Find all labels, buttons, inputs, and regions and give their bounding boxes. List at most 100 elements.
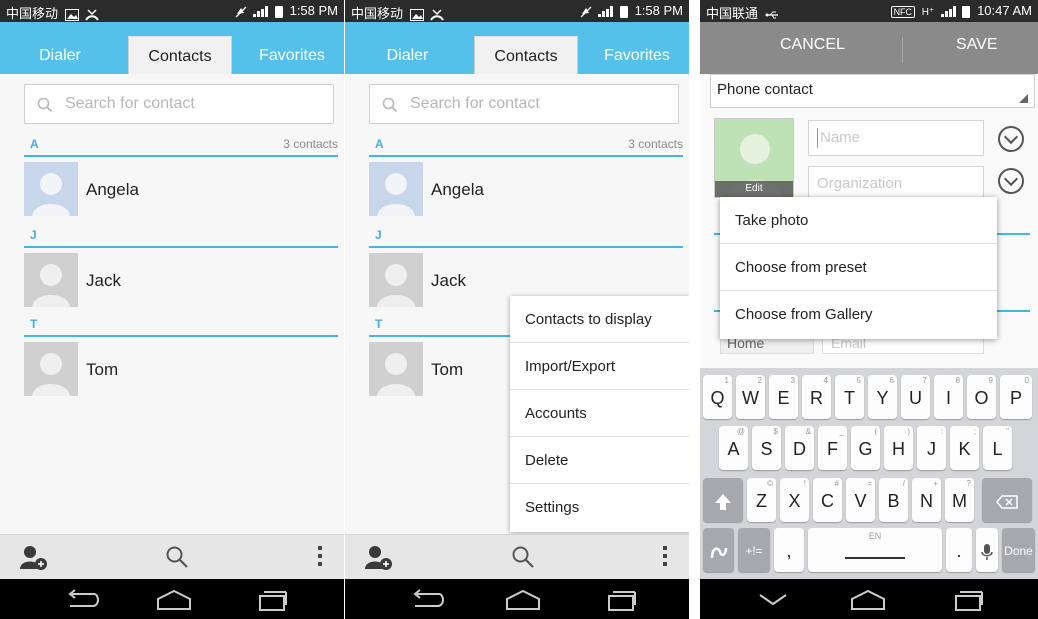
battery-icon <box>274 5 283 18</box>
key-j[interactable]: :J <box>917 426 946 470</box>
tab-favorites[interactable]: Favorites <box>585 36 689 74</box>
contact-count: 3 contacts <box>628 137 683 151</box>
key-e[interactable]: 3E <box>769 375 798 419</box>
hide-keyboard-icon[interactable] <box>758 593 788 607</box>
tab-contacts[interactable]: Contacts <box>128 36 232 74</box>
save-button[interactable]: SAVE <box>956 36 998 54</box>
key-label: E <box>777 388 790 408</box>
key-m[interactable]: ? M <box>945 478 974 522</box>
key-q[interactable]: 1Q <box>703 375 732 419</box>
expand-name-icon[interactable] <box>998 126 1024 152</box>
choose-from-gallery-option[interactable]: Choose from Gallery <box>720 291 997 338</box>
contact-row-tom[interactable]: Tom <box>24 342 338 398</box>
contact-row-jack[interactable]: Jack <box>24 253 338 309</box>
recent-apps-icon[interactable] <box>607 589 637 611</box>
comma-key[interactable]: , <box>774 528 804 572</box>
key-x[interactable]: ! X <box>780 478 809 522</box>
key-h[interactable]: ) H <box>884 426 913 470</box>
contact-photo[interactable]: Edit <box>714 118 794 198</box>
voice-input-key[interactable] <box>976 528 998 572</box>
name-field[interactable]: Name <box>808 120 984 156</box>
tab-contacts[interactable]: Contacts <box>474 36 578 74</box>
home-icon[interactable] <box>850 589 886 611</box>
key-label: W <box>742 388 759 408</box>
key-n[interactable]: + N <box>912 478 941 522</box>
mute-icon <box>235 6 247 18</box>
backspace-key[interactable] <box>982 478 1032 522</box>
key-b[interactable]: / B <box>879 478 908 522</box>
key-hint: / <box>902 479 905 488</box>
key-i[interactable]: 8I <box>934 375 963 419</box>
key-k[interactable]: ; K <box>950 426 979 470</box>
recent-apps-icon[interactable] <box>258 589 288 611</box>
person-icon <box>32 353 70 396</box>
symbols-key[interactable]: +!= <box>738 528 770 572</box>
choose-from-preset-option[interactable]: Choose from preset <box>720 244 997 291</box>
avatar <box>369 253 423 307</box>
menu-item-accounts[interactable]: Accounts <box>510 390 689 437</box>
key-hint: = <box>867 479 872 488</box>
key-d[interactable]: & D <box>785 426 814 470</box>
section-header-a: A 3 contacts <box>369 135 683 157</box>
key-p[interactable]: 0P <box>1000 375 1032 419</box>
key-v[interactable]: = V <box>846 478 875 522</box>
key-label: P <box>1009 388 1022 408</box>
overflow-menu-icon[interactable] <box>317 545 323 567</box>
key-g[interactable]: (G <box>851 426 880 470</box>
missed-call-icon <box>85 9 100 21</box>
account-type-select[interactable]: Phone contact <box>710 74 1035 108</box>
overflow-menu-icon[interactable] <box>662 545 668 567</box>
search-icon[interactable] <box>511 545 535 569</box>
swype-key[interactable] <box>703 528 734 572</box>
expand-organization-icon[interactable] <box>998 168 1024 194</box>
key-hint: 4 <box>823 376 828 385</box>
menu-item-import-export[interactable]: Import/Export <box>510 343 689 390</box>
key-w[interactable]: 2W <box>736 375 765 419</box>
home-icon[interactable] <box>505 589 541 611</box>
take-photo-option[interactable]: Take photo <box>720 197 997 244</box>
key-f[interactable]: _ F <box>818 426 847 470</box>
add-contact-icon[interactable] <box>365 545 393 571</box>
key-y[interactable]: 6Y <box>868 375 897 419</box>
key-label: J <box>927 439 936 459</box>
key-label: F <box>827 439 838 459</box>
search-icon[interactable] <box>165 545 189 569</box>
key-hint: + <box>933 479 938 488</box>
key-c[interactable]: # C <box>813 478 842 522</box>
tab-dialer[interactable]: Dialer <box>0 36 120 74</box>
contact-row-angela[interactable]: Angela <box>369 162 683 218</box>
key-hint: ! <box>803 479 806 488</box>
key-o[interactable]: 9O <box>967 375 996 419</box>
signal-icon <box>940 6 956 18</box>
search-input[interactable]: Search for contact <box>24 84 334 124</box>
key-u[interactable]: 7U <box>901 375 930 419</box>
contact-row-angela[interactable]: Angela <box>24 162 338 218</box>
cancel-button[interactable]: CANCEL <box>780 36 845 54</box>
tab-favorites[interactable]: Favorites <box>240 36 344 74</box>
search-input[interactable]: Search for contact <box>369 84 679 124</box>
add-contact-icon[interactable] <box>20 545 48 571</box>
recent-apps-icon[interactable] <box>954 589 984 611</box>
tab-dialer[interactable]: Dialer <box>345 36 470 74</box>
key-t[interactable]: 5T <box>835 375 864 419</box>
back-icon[interactable] <box>66 589 100 609</box>
shift-key[interactable] <box>703 478 743 522</box>
key-s[interactable]: $ S <box>752 426 781 470</box>
key-l[interactable]: " L <box>983 426 1012 470</box>
menu-item-settings[interactable]: Settings <box>510 484 689 531</box>
menu-item-delete[interactable]: Delete <box>510 437 689 484</box>
key-a[interactable]: @ A <box>719 426 748 470</box>
image-notification-icon <box>64 8 79 21</box>
divider <box>902 37 903 63</box>
menu-item-contacts-to-display[interactable]: Contacts to display <box>510 296 689 343</box>
done-key[interactable]: Done <box>1002 528 1035 572</box>
home-icon[interactable] <box>156 589 192 611</box>
back-icon[interactable] <box>411 589 445 609</box>
key-hint: 0 <box>1024 376 1029 385</box>
key-r[interactable]: 4R <box>802 375 831 419</box>
space-key[interactable]: EN <box>808 528 942 572</box>
key-z[interactable]: © Z <box>747 478 776 522</box>
search-icon <box>382 97 398 113</box>
key-hint: 9 <box>988 376 993 385</box>
period-key[interactable]: . <box>946 528 972 572</box>
